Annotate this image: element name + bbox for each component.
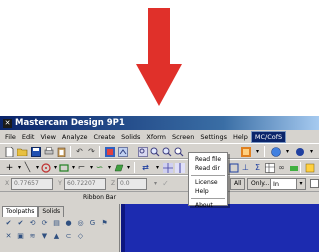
zoom-in-icon[interactable] [149,146,160,157]
mastercam-x-icon: ✕ [3,118,12,128]
standard-toolbar: ↶ ↷ ▾ ▾ ▾ [0,143,319,159]
lock-icon[interactable]: ▣ [16,232,25,241]
menu-xform[interactable]: Xform [143,131,169,143]
toolpath-toolbar-2: ✕ ▣ ≋ ▼ ▲ ⊂ ◇ [2,231,118,243]
menu-bar: File Edit View Analyze Create Solids Xfo… [0,130,319,143]
select-all-ops-icon[interactable]: ✔ [4,219,13,228]
level-icon[interactable] [288,162,299,173]
move-down-icon[interactable]: ▼ [40,232,49,241]
delete-ops-icon[interactable]: ✕ [4,232,13,241]
toolbar-separator [70,146,71,157]
dropdown-arrow-icon[interactable]: ▾ [252,146,263,157]
analyze-icon[interactable] [104,146,115,157]
menu-mc-cofs[interactable]: MC/CofS [250,130,287,143]
operations-manager-panel: Toolpaths Solids ✔ ✔ ⟲ ⟳ ▤ ● ◎ G ⚑ ✕ ▣ ≋… [0,204,120,252]
check-icon[interactable]: ✓ [160,178,171,189]
regenerate-dirty-icon[interactable]: ⟳ [40,219,49,228]
z-coordinate-field[interactable]: 0.0 [117,178,147,190]
dropdown-arrow-icon[interactable]: ▾ [306,146,317,157]
menu-settings[interactable]: Settings [197,131,230,143]
view-icon[interactable] [117,146,128,157]
print-icon[interactable] [43,146,54,157]
menu-item-read-file[interactable]: Read file [189,155,227,164]
simulate-icon[interactable]: ◎ [76,219,85,228]
dimension-icon[interactable]: ⊥ [240,162,251,173]
annotation-arrow-head [136,64,182,106]
toggle-display-icon[interactable]: ≋ [28,232,37,241]
xform-icon[interactable]: ⇄ [140,162,151,173]
x-coordinate-field[interactable]: 0.77657 [11,178,53,190]
mc-cofs-dropdown-menu: Read file Read dir License Help About [188,152,228,209]
toolbar-separator [300,162,301,173]
graphics-viewport[interactable] [121,204,319,252]
mastercam-window: ✕ Mastercam Design 9P1 File Edit View An… [0,116,319,252]
new-file-icon[interactable] [4,146,15,157]
table-icon[interactable] [264,162,275,173]
menu-item-license[interactable]: License [189,178,227,187]
dropdown-arrow-icon[interactable]: ▾ [123,162,134,173]
zoom-window-icon[interactable] [137,146,148,157]
clipboard-icon[interactable] [56,146,67,157]
zoom-out-icon[interactable] [161,146,172,157]
redo-icon[interactable]: ↷ [86,146,97,157]
globe-icon[interactable] [270,146,281,157]
save-icon[interactable] [30,146,41,157]
select-all-button[interactable]: All [230,178,246,190]
infinity-icon[interactable]: ∞ [276,162,287,173]
insert-arrow-icon[interactable]: ⊂ [64,232,73,241]
combo-arrow-icon[interactable]: ▾ [296,179,305,189]
toolbar-separator [134,162,135,173]
scroll-icon[interactable]: ◇ [76,232,85,241]
highfeed-icon[interactable]: ⚑ [100,219,109,228]
menu-analyze[interactable]: Analyze [59,131,91,143]
window-title: Mastercam Design 9P1 [15,118,125,128]
backplot-icon[interactable]: ▤ [52,219,61,228]
autocursor-toolbar: X 0.77657 Y 60.72207 Z 0.0 ▾ ✓ All Only.… [0,175,319,192]
menu-file[interactable]: File [2,131,19,143]
create-toolbar: + ▾ ╲ ▾ ▾ ▾ ⌐ ▾ ∽ ▾ ▾ ⇄ ▾ ⊥ Σ ∞ [0,159,319,175]
tab-toolpaths[interactable]: Toolpaths [2,206,39,217]
menu-create[interactable]: Create [91,131,119,143]
ribbon-bar: Ribbon Bar [0,192,319,204]
menu-item-help[interactable]: Help [189,187,227,196]
select-failed-ops-icon[interactable]: ✔ [16,219,25,228]
dropdown-arrow-icon[interactable]: ▾ [282,146,293,157]
menu-item-about[interactable]: About [189,201,227,210]
fit-icon[interactable] [173,146,184,157]
transform-icon[interactable] [228,162,239,173]
mirror-icon[interactable] [174,162,185,173]
menu-separator [191,198,225,199]
y-coordinate-field[interactable]: 60.72207 [64,178,106,190]
checkbox-icon[interactable] [309,178,319,189]
panel-tab-row: Toolpaths Solids [2,206,65,217]
menu-screen[interactable]: Screen [169,131,197,143]
undo-icon[interactable]: ↶ [74,146,85,157]
annotation-arrow-shaft [148,8,170,66]
menu-solids[interactable]: Solids [118,131,143,143]
selection-mode-combo[interactable]: In ▾ [270,178,306,190]
toolbar-separator [264,146,265,157]
verify-icon[interactable]: ● [64,219,73,228]
move-up-icon[interactable]: ▲ [52,232,61,241]
menu-view[interactable]: View [37,131,58,143]
grid-icon[interactable] [162,162,173,173]
title-bar: ✕ Mastercam Design 9P1 [0,116,319,130]
menu-edit[interactable]: Edit [19,131,38,143]
selection-mode-value: In [273,180,280,188]
toolbar-separator [99,146,100,157]
color-icon[interactable] [304,162,315,173]
menu-help[interactable]: Help [230,131,251,143]
toolpath-toolbar: ✔ ✔ ⟲ ⟳ ▤ ● ◎ G ⚑ [2,218,118,230]
open-folder-icon[interactable] [17,146,28,157]
menu-separator [191,175,225,176]
regenerate-icon[interactable]: ⟲ [28,219,37,228]
sphere-icon[interactable] [294,146,305,157]
sum-icon[interactable]: Σ [252,162,263,173]
menu-item-read-dir[interactable]: Read dir [189,164,227,173]
viewport-edge [121,204,125,252]
tab-solids[interactable]: Solids [38,206,65,217]
shading-icon[interactable] [240,146,251,157]
post-icon[interactable]: G [88,219,97,228]
